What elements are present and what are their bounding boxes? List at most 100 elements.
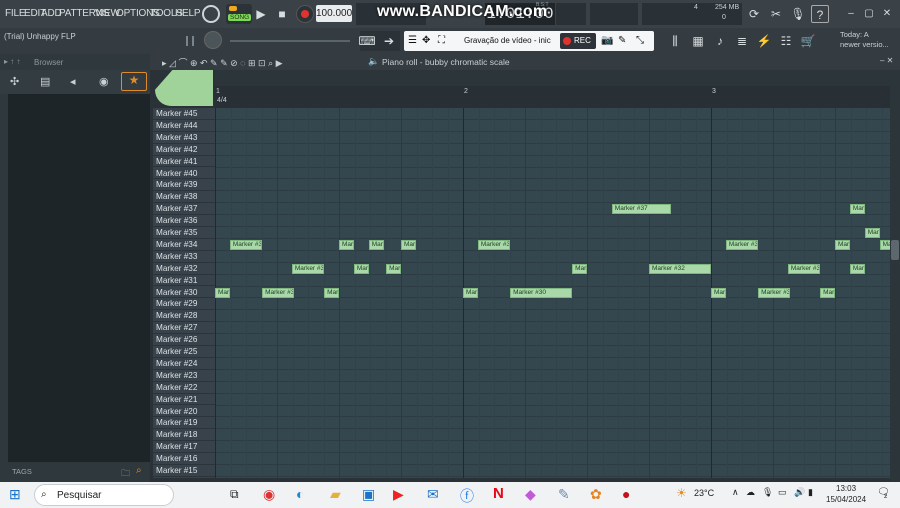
piano-key[interactable]: Marker #21 — [153, 394, 215, 406]
note[interactable]: Marker #32 — [291, 263, 325, 274]
facebook-icon[interactable]: ⓕ — [460, 486, 474, 506]
timeline-ruler[interactable]: 1 2 3 4/4 — [215, 86, 890, 108]
scroll-thumb[interactable] — [891, 240, 899, 260]
tab-all-icon[interactable]: ✣ — [10, 75, 19, 88]
windows-start-icon[interactable]: ⊞ — [9, 486, 21, 503]
edge-icon[interactable]: ◐ — [296, 486, 304, 502]
mic-tray-icon[interactable]: 🎙 — [762, 487, 773, 498]
note[interactable]: Marker #34 — [725, 239, 759, 250]
task-view-icon[interactable]: ⧉ — [230, 487, 239, 502]
note[interactable]: Mar. — [353, 263, 369, 274]
note[interactable]: Marker #30 — [262, 287, 295, 298]
note[interactable]: Mar. — [368, 239, 384, 250]
pattern-picker-area[interactable] — [556, 3, 586, 25]
taskbar-search-box[interactable]: ⌕ Pesquisar — [34, 484, 174, 506]
note[interactable]: Mar. — [324, 287, 339, 298]
piano-key[interactable]: Marker #32 — [153, 263, 215, 275]
browser-icon[interactable]: ☷ — [777, 32, 795, 50]
camera-icon[interactable]: 📷 — [601, 35, 613, 46]
master-volume-knob[interactable] — [202, 5, 220, 23]
mail-icon[interactable]: ✉ — [427, 486, 439, 503]
note[interactable]: Mar. — [849, 263, 865, 274]
note[interactable]: Marker #30 — [510, 287, 573, 298]
browser-arrows-icon[interactable]: ▸ ↑ ↑ — [4, 57, 20, 66]
note[interactable]: Mar. — [572, 263, 587, 274]
clock-date[interactable]: 15/04/2024 — [826, 495, 866, 504]
play-icon[interactable]: ▶ — [252, 5, 270, 23]
piano-key[interactable]: Marker #18 — [153, 429, 215, 442]
piano-key[interactable]: Marker #36 — [153, 215, 215, 227]
minimize-icon[interactable]: – — [842, 5, 860, 23]
note[interactable]: Mar. — [463, 287, 478, 298]
browser-list[interactable] — [8, 94, 150, 462]
note[interactable]: Mar. — [849, 204, 865, 215]
arrow-right-icon[interactable]: ➔ — [380, 32, 398, 50]
clock-time[interactable]: 13:03 — [836, 484, 856, 493]
tempo-display[interactable]: 100.000 — [316, 5, 352, 22]
note-grid[interactable]: Marker #37Mar.Mar.Marker #34Mar.Mar.Mar.… — [215, 108, 890, 478]
piano-key[interactable]: Marker #17 — [153, 441, 215, 454]
channel-rack-icon[interactable]: ▦ — [689, 32, 707, 50]
piano-key[interactable]: Marker #35 — [153, 227, 215, 239]
maximize-icon[interactable]: ▢ — [860, 5, 878, 23]
record-button[interactable] — [296, 5, 314, 23]
tab-files-icon[interactable]: ▤ — [40, 75, 50, 88]
note[interactable]: Mar. — [386, 263, 401, 274]
tab-online-icon[interactable]: ◉ — [99, 75, 109, 88]
piano-key[interactable]: Marker #40 — [153, 168, 215, 180]
piano-key[interactable]: Marker #15 — [153, 465, 215, 477]
master-pitch-slider[interactable] — [230, 40, 350, 42]
note[interactable]: Marker #37 — [611, 204, 672, 215]
youtube-icon[interactable]: ▶ — [393, 486, 404, 503]
piano-key[interactable]: Marker #42 — [153, 144, 215, 156]
piano-roll-tools-icon[interactable]: ▸ ◿ ⌒ ⊕ ↶ ✎ ✎ ⊘ ◌ ⊞ ⊡ ⌕ ▶ — [162, 56, 283, 69]
collapse-icon[interactable]: ⤡ — [636, 35, 644, 46]
bandicam-taskbar-icon[interactable]: ● — [622, 486, 630, 502]
menu-icon[interactable]: ☰ — [408, 35, 417, 46]
pen-app-icon[interactable]: ✎ — [558, 486, 570, 503]
network-icon[interactable]: ▭ — [778, 487, 787, 498]
note[interactable]: Marker #30 — [758, 287, 791, 298]
event-strip[interactable] — [215, 70, 890, 86]
help-icon[interactable]: ? — [811, 5, 829, 23]
speaker-icon[interactable]: 🔈 — [368, 56, 379, 67]
playlist-icon[interactable]: ≣ — [733, 32, 751, 50]
search-icon[interactable]: ⌕ — [136, 465, 142, 476]
drag-icon[interactable]: ✥ — [422, 35, 430, 46]
battery-icon[interactable]: ▮ — [808, 487, 813, 498]
explorer-icon[interactable]: ▰ — [330, 486, 341, 503]
note[interactable]: Marker #34 — [229, 239, 263, 250]
note[interactable]: Marker #32 — [787, 263, 821, 274]
note[interactable]: Mar. — [711, 287, 726, 298]
piano-keys[interactable]: Marker #45 Marker #44 Marker #43 Marker #42… — [153, 108, 215, 478]
vertical-scrollbar[interactable] — [890, 70, 900, 482]
note[interactable]: Mar. — [879, 239, 890, 250]
cloud-icon[interactable]: ☁ — [746, 487, 755, 498]
note[interactable]: Mar. — [864, 228, 880, 238]
piano-key[interactable]: Marker #33 — [153, 251, 215, 263]
keyboard-icon[interactable]: ⌨ — [358, 32, 376, 50]
piano-key[interactable]: Marker #19 — [153, 417, 215, 430]
piano-key[interactable]: Marker #16 — [153, 453, 215, 465]
microphone-icon[interactable]: 🎙 — [789, 5, 807, 23]
store-icon[interactable]: 🛒 — [799, 32, 817, 50]
stop-icon[interactable]: ■ — [273, 5, 291, 23]
piano-key[interactable]: Marker #39 — [153, 179, 215, 192]
note[interactable]: Marker #32 — [649, 263, 711, 274]
window-controls[interactable]: – ✕ — [880, 56, 893, 65]
tab-favorites-icon[interactable]: ★ — [121, 72, 147, 91]
piano-key[interactable]: Marker #41 — [153, 156, 215, 168]
refresh-icon[interactable]: ⟳ — [745, 5, 763, 23]
piano-key[interactable]: Marker #25 — [153, 346, 215, 358]
tray-chevron-icon[interactable]: ∧ — [732, 487, 739, 498]
menu-help[interactable]: HELP — [175, 8, 201, 19]
volume-icon[interactable]: 🔊 — [794, 487, 805, 498]
piano-roll-icon[interactable]: ♪ — [711, 32, 729, 50]
fl-studio-taskbar-icon[interactable]: ✿ — [590, 486, 602, 503]
news-line-2[interactable]: newer versio... — [840, 40, 889, 49]
piano-key[interactable]: Marker #20 — [153, 406, 215, 418]
note[interactable]: Marker #34 — [477, 239, 511, 250]
menu-file[interactable]: FILE — [5, 8, 26, 19]
piano-key[interactable]: Marker #31 — [153, 275, 215, 287]
folder-icon[interactable]: 🗀 — [121, 466, 130, 482]
